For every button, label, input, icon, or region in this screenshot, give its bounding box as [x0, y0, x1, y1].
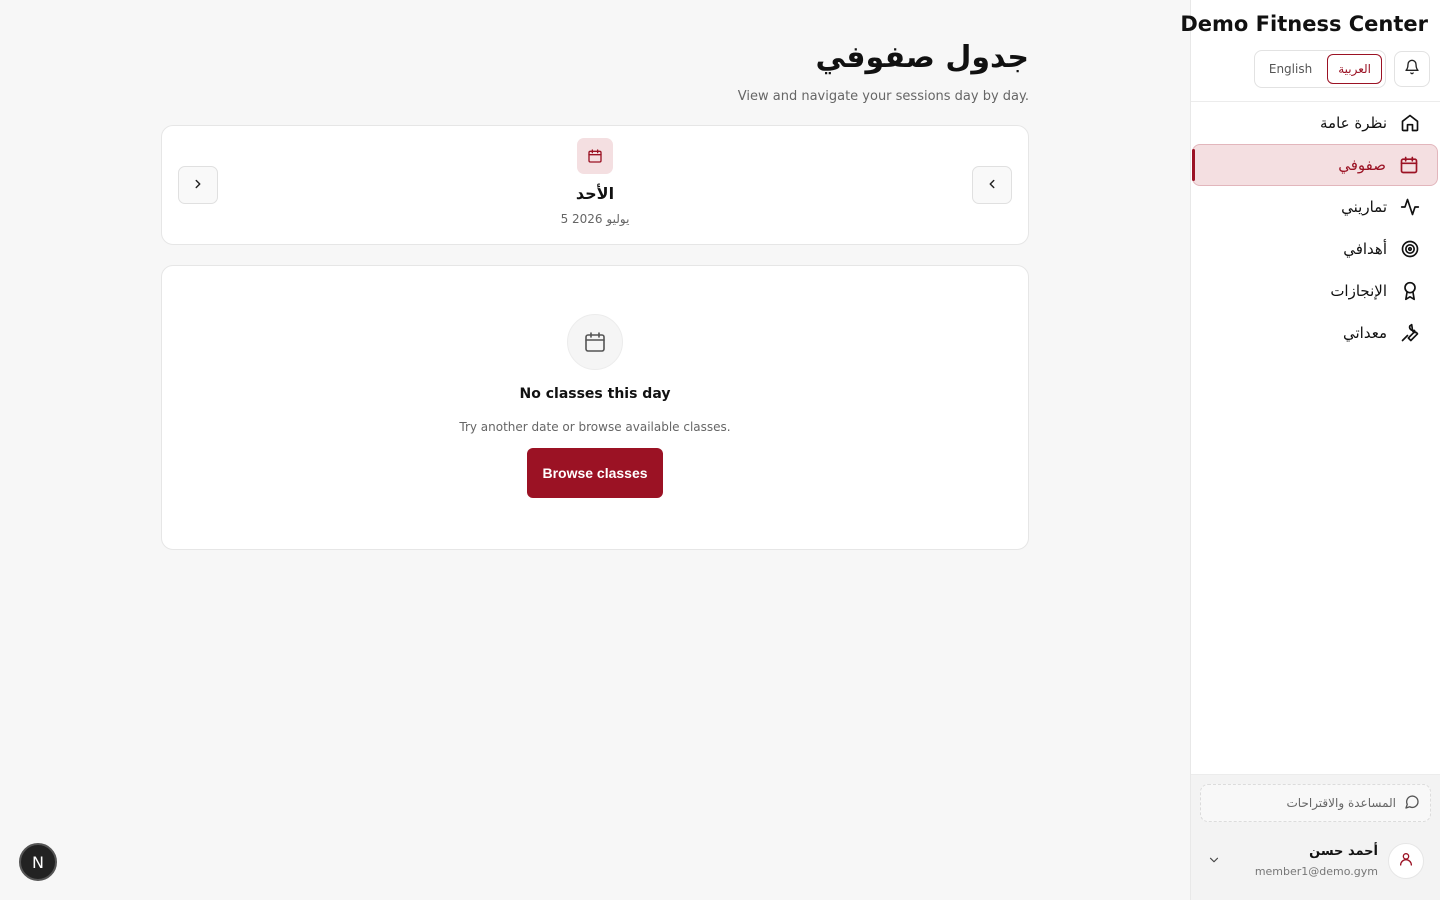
- lang-arabic[interactable]: العربية: [1327, 54, 1382, 84]
- brand-title: Demo Fitness Center: [1180, 12, 1428, 36]
- user-name: أحمد حسن: [1309, 844, 1378, 859]
- sidebar-item-achievements[interactable]: الإنجازات: [1192, 270, 1438, 312]
- chevron-down-icon: [1207, 852, 1221, 871]
- avatar: [1388, 843, 1424, 879]
- sidebar-item-label: نظرة عامة: [1320, 114, 1387, 132]
- empty-title: No classes this day: [519, 386, 671, 402]
- help-label: المساعدة والاقتراحات: [1286, 796, 1396, 810]
- lang-english[interactable]: English: [1258, 54, 1323, 84]
- day-info: الأحد 5 يوليو 2026: [162, 138, 1028, 226]
- sidebar-item-label: الإنجازات: [1330, 282, 1387, 300]
- sidebar-item-label: معداتي: [1343, 324, 1387, 342]
- wrench-icon: [1399, 322, 1421, 344]
- user-email: member1@demo.gym: [1254, 865, 1378, 878]
- page-subtitle: View and navigate your sessions day by d…: [737, 89, 1029, 104]
- sidebar: Demo Fitness Center English العربية نظرة…: [1180, 0, 1440, 900]
- sidebar-item-equipment[interactable]: معداتي: [1192, 312, 1438, 354]
- sidebar-topbar: English العربية: [1253, 50, 1430, 88]
- sidebar-item-my-classes[interactable]: صفوفي: [1192, 144, 1438, 186]
- calendar-icon: [567, 314, 623, 370]
- empty-subtitle: Try another date or browse available cla…: [459, 420, 731, 434]
- sidebar-item-overview[interactable]: نظرة عامة: [1192, 102, 1438, 144]
- empty-state: No classes this day Try another date or …: [161, 265, 1029, 550]
- message-circle-icon: [1404, 794, 1420, 813]
- calendar-icon: [1398, 154, 1420, 176]
- sidebar-item-label: أهدافي: [1343, 240, 1387, 258]
- target-icon: [1399, 238, 1421, 260]
- sidebar-item-label: تماريني: [1341, 198, 1387, 216]
- sidebar-item-label: صفوفي: [1338, 156, 1386, 174]
- previous-day-button[interactable]: [972, 166, 1012, 204]
- calendar-icon: [577, 138, 613, 174]
- user-menu[interactable]: أحمد حسن member1@demo.gym: [1207, 838, 1424, 884]
- activity-icon: [1399, 196, 1421, 218]
- bell-icon: [1404, 59, 1420, 79]
- dev-tools-badge[interactable]: N: [19, 843, 57, 881]
- day-date: 5 يوليو 2026: [560, 212, 630, 226]
- day-name: الأحد: [575, 184, 615, 203]
- sidebar-item-workouts[interactable]: تماريني: [1192, 186, 1438, 228]
- sidebar-nav: نظرة عامة صفوفي تماريني أهدافي الإنجازات: [1191, 102, 1440, 354]
- browse-classes-button[interactable]: Browse classes: [527, 448, 663, 498]
- user-icon: [1398, 851, 1414, 871]
- day-navigator: الأحد 5 يوليو 2026: [161, 125, 1029, 245]
- user-info: أحمد حسن member1@demo.gym: [1221, 844, 1388, 878]
- award-icon: [1399, 280, 1421, 302]
- chevron-left-icon: [985, 176, 999, 195]
- notifications-button[interactable]: [1394, 51, 1430, 87]
- sidebar-item-goals[interactable]: أهدافي: [1192, 228, 1438, 270]
- help-feedback-button[interactable]: المساعدة والاقتراحات: [1200, 784, 1431, 822]
- home-icon: [1399, 112, 1421, 134]
- page-title: جدول صفوفي: [815, 40, 1029, 75]
- language-switcher: English العربية: [1253, 50, 1386, 88]
